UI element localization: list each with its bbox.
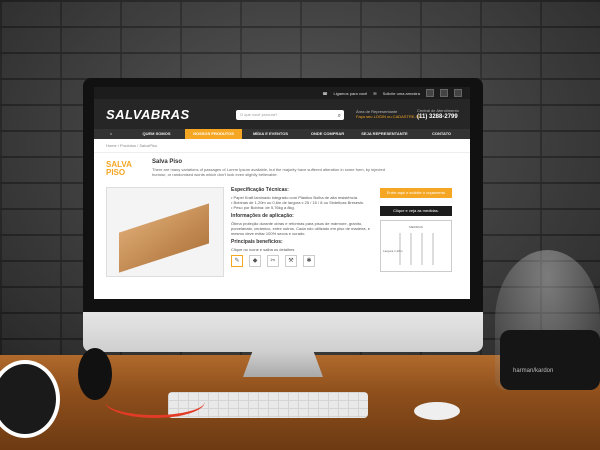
benefit-2-icon[interactable]: ◆ bbox=[249, 255, 261, 267]
product-brand-logo-line2: PISO bbox=[106, 168, 126, 177]
measures-diagram: MEDIDAS Largura 1,20m bbox=[380, 220, 452, 272]
benefit-5-icon[interactable]: ✱ bbox=[303, 255, 315, 267]
measures-title: MEDIDAS bbox=[409, 225, 423, 229]
imac-stand bbox=[243, 351, 323, 377]
request-quote-button[interactable]: Entre aqui e solicite o orçamento bbox=[380, 188, 452, 198]
top-utility-bar: ☎ Ligamos para você ✉ Solicite uma amost… bbox=[94, 87, 470, 99]
product-specs: Especificação Técnicas: • Papel Kraft la… bbox=[231, 188, 371, 267]
measures-row-label: Largura 1,20m bbox=[383, 249, 403, 253]
benefits-hint: Clique no ícone e saiba os detalhes bbox=[231, 247, 295, 252]
speaker-brand-label: harman/kardon bbox=[513, 368, 554, 374]
mouse bbox=[414, 402, 460, 420]
site-header: SALVABRAS O que você procura? ⌕ Área de … bbox=[94, 99, 470, 129]
nav-item-seja-representante[interactable]: SEJA REPRESENTANTE bbox=[356, 129, 413, 139]
link-request-sample[interactable]: Solicite uma amostra bbox=[383, 91, 420, 96]
usage-title: Informações de aplicação: bbox=[231, 213, 294, 219]
product-description: There are many variations of passages of… bbox=[152, 167, 385, 177]
benefits-title: Principais benefícios: bbox=[231, 239, 283, 245]
benefit-icons: ✎ ◆ ✂ ⚒ ✱ bbox=[231, 255, 371, 267]
benefit-4-icon[interactable]: ⚒ bbox=[285, 255, 297, 267]
nav-item-nossos-produtos[interactable]: NOSSOS PRODUTOS bbox=[185, 129, 242, 139]
main-nav: ⌂ QUEM SOMOS NOSSOS PRODUTOS MÍDIA E EVE… bbox=[94, 129, 470, 139]
speaker-base bbox=[500, 330, 600, 390]
product-image[interactable] bbox=[106, 187, 224, 277]
rep-area[interactable]: Área de Representante Faça seu LOGIN ou … bbox=[356, 109, 421, 119]
nav-item-quem-somos[interactable]: QUEM SOMOS bbox=[128, 129, 185, 139]
site-logo[interactable]: SALVABRAS bbox=[106, 107, 190, 122]
product-title: Salva Piso bbox=[152, 159, 183, 165]
nav-item-contato[interactable]: CONTATO bbox=[413, 129, 470, 139]
measures-bars bbox=[399, 233, 443, 265]
link-call-me[interactable]: Ligamos para você bbox=[333, 91, 367, 96]
view-measures-button[interactable]: Clique e veja as medidas. bbox=[380, 206, 452, 216]
instagram-icon[interactable] bbox=[426, 89, 434, 97]
support-title: Central de Atendimento bbox=[417, 108, 459, 113]
headphone-cable bbox=[105, 385, 205, 418]
home-icon[interactable]: ⌂ bbox=[94, 129, 128, 139]
spec-line: • Peso por Bobina: de 5,76kg a 8kg. bbox=[231, 205, 295, 210]
search-placeholder: O que você procura? bbox=[240, 112, 278, 117]
benefit-1-icon[interactable]: ✎ bbox=[231, 255, 243, 267]
facebook-icon[interactable] bbox=[440, 89, 448, 97]
phone-icon: ☎ bbox=[322, 90, 328, 96]
product-sidebar: Entre aqui e solicite o orçamento Clique… bbox=[380, 188, 452, 272]
nav-item-onde-comprar[interactable]: ONDE COMPRAR bbox=[299, 129, 356, 139]
imac-chin bbox=[83, 312, 483, 352]
rep-area-login[interactable]: Faça seu LOGIN ou CADASTRE-SE bbox=[356, 114, 421, 119]
nav-item-midia-eventos[interactable]: MÍDIA E EVENTOS bbox=[242, 129, 299, 139]
support-phone: (11) 3288-2799 bbox=[417, 114, 458, 120]
product-brand-logo: SALVA PISO bbox=[106, 161, 132, 177]
search-icon[interactable]: ⌕ bbox=[338, 111, 341, 121]
usage-text: Ótima proteção durante obras e reformas … bbox=[231, 221, 370, 236]
specs-title: Especificação Técnicas: bbox=[231, 187, 289, 193]
kraft-roll-image bbox=[119, 203, 209, 273]
support-center: Central de Atendimento (11) 3288-2799 bbox=[417, 108, 459, 120]
benefit-3-icon[interactable]: ✂ bbox=[267, 255, 279, 267]
search-input[interactable]: O que você procura? ⌕ bbox=[236, 110, 344, 120]
chat-icon: ✉ bbox=[373, 90, 377, 96]
youtube-icon[interactable] bbox=[454, 89, 462, 97]
monitor-screen: ☎ Ligamos para você ✉ Solicite uma amost… bbox=[94, 87, 470, 299]
breadcrumb[interactable]: Home / Produtos / SalvaPiso bbox=[94, 139, 470, 153]
